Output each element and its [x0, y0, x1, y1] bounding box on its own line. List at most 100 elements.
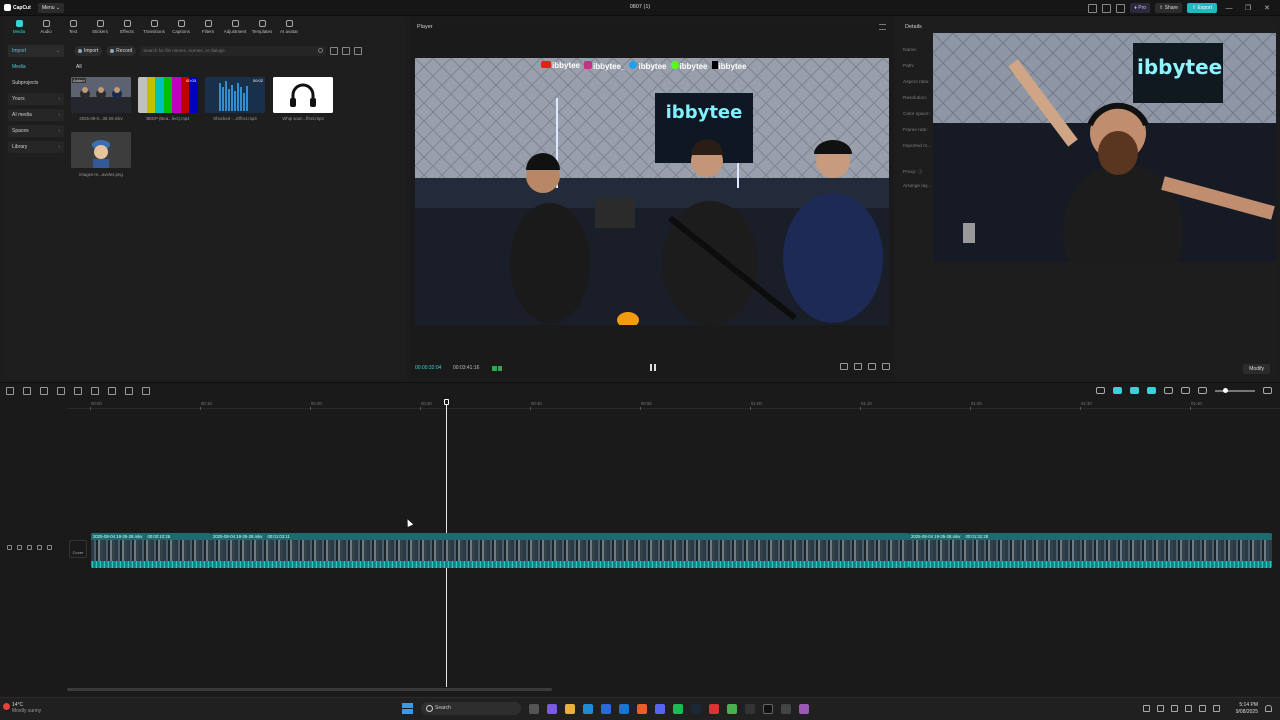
- notification-bell-icon[interactable]: [1265, 705, 1272, 712]
- track-more-icon[interactable]: [47, 545, 52, 550]
- tab-effects[interactable]: Effects: [115, 17, 139, 37]
- timeline-clip[interactable]: 2025-08-04 19-35-28.mkv 00:01:03:11: [211, 533, 909, 568]
- task-view-icon[interactable]: [529, 703, 539, 714]
- sidebar-item[interactable]: Spaces ›: [8, 125, 64, 137]
- cover-button[interactable]: Cover: [69, 540, 87, 558]
- sidebar-item[interactable]: Subprojects: [8, 77, 64, 89]
- track-visibility-icon[interactable]: [17, 545, 22, 550]
- view-toggle-icon[interactable]: [342, 47, 351, 55]
- zoom-slider[interactable]: [1215, 387, 1255, 393]
- tab-ai-avatar[interactable]: AI avatar: [277, 17, 301, 37]
- timeline-ruler[interactable]: 00:00 00:10 00:20 00:30 00:40 00:50 01:00 01:10…: [67, 399, 1280, 410]
- modify-button[interactable]: Modify: [1243, 364, 1270, 374]
- quality-icon[interactable]: [868, 363, 876, 370]
- copilot-icon[interactable]: [547, 703, 557, 714]
- taskbar-clock[interactable]: 5:14 PM 9/08/2025: [1236, 702, 1258, 716]
- media-thumb-whip[interactable]: [273, 77, 333, 113]
- app-icon[interactable]: [799, 703, 809, 714]
- store-icon[interactable]: [619, 703, 629, 714]
- tab-captions[interactable]: Captions: [169, 17, 193, 37]
- layout-icon[interactable]: [1088, 3, 1098, 13]
- epic-games-icon[interactable]: [781, 703, 791, 714]
- sort-icon[interactable]: [330, 47, 339, 55]
- weather-widget[interactable]: 14°C Mostly sunny: [3, 702, 41, 714]
- terminal-icon[interactable]: [745, 703, 755, 714]
- taskbar-search[interactable]: Search: [421, 702, 521, 715]
- tab-stickers[interactable]: Stickers: [88, 17, 112, 37]
- tray-overflow-icon[interactable]: [1143, 705, 1150, 712]
- auto-reframe-icon[interactable]: [142, 387, 150, 395]
- tray-mic-icon[interactable]: [1171, 705, 1178, 712]
- sidebar-item[interactable]: AI media ›: [8, 109, 64, 121]
- capcut-icon[interactable]: [763, 703, 773, 714]
- tab-media[interactable]: Media: [7, 17, 31, 37]
- track-eye-icon[interactable]: [27, 545, 32, 550]
- sidebar-item[interactable]: Media: [8, 61, 64, 73]
- timeline-scrollbar[interactable]: [67, 688, 552, 691]
- media-filter-all[interactable]: All: [76, 64, 82, 70]
- mic-icon[interactable]: [1096, 387, 1105, 394]
- sidebar-item[interactable]: Yours ›: [8, 93, 64, 105]
- aspect-ratio-icon[interactable]: [840, 363, 848, 370]
- network-icon[interactable]: [1185, 705, 1192, 712]
- preview-axis-icon[interactable]: [1164, 387, 1173, 394]
- delete-icon[interactable]: [108, 387, 116, 395]
- tab-adjustment[interactable]: Adjustment: [223, 17, 247, 37]
- pause-icon[interactable]: [650, 364, 656, 371]
- outlook-icon[interactable]: [601, 703, 611, 714]
- tab-templates[interactable]: Templates: [250, 17, 274, 37]
- maximize-button[interactable]: ❐: [1241, 4, 1255, 12]
- timeline-clip[interactable]: 2025-08-04 19-35-28.mkv 00:01:31:28: [909, 533, 1272, 568]
- share-button[interactable]: ⇪ Share: [1155, 3, 1182, 13]
- pro-button[interactable]: ♦ Pro: [1130, 3, 1151, 13]
- media-thumb-shocked[interactable]: 00:02: [205, 77, 265, 113]
- windows-start-icon[interactable]: [402, 703, 413, 714]
- tab-audio[interactable]: Audio: [34, 17, 58, 37]
- crop-icon[interactable]: [854, 363, 862, 370]
- split-icon[interactable]: [57, 387, 65, 395]
- battery-icon[interactable]: [1213, 705, 1220, 712]
- close-button[interactable]: ✕: [1260, 4, 1274, 12]
- sidebar-item[interactable]: Import ⌄: [8, 45, 64, 57]
- spotify-icon[interactable]: [673, 703, 683, 714]
- shortcuts-icon[interactable]: [1102, 3, 1112, 13]
- tab-filters[interactable]: Filters: [196, 17, 220, 37]
- sidebar-item[interactable]: Library ›: [8, 141, 64, 153]
- track-mute-icon[interactable]: [37, 545, 42, 550]
- timeline-clip[interactable]: 2025-08-04 19-35-28.mkv 00:00:10:26: [91, 533, 211, 568]
- fullscreen-icon[interactable]: [882, 363, 890, 370]
- game-launcher-icon[interactable]: [709, 703, 719, 714]
- chrome-icon[interactable]: [727, 703, 737, 714]
- media-thumb-video[interactable]: Added: [71, 77, 131, 113]
- linkage-icon[interactable]: [1147, 387, 1156, 394]
- tab-text[interactable]: Text: [61, 17, 85, 37]
- volume-icon[interactable]: [1199, 705, 1206, 712]
- settings-icon[interactable]: [1116, 3, 1126, 13]
- media-thumb-beep[interactable]: 00:03: [138, 77, 198, 113]
- zoom-out-icon[interactable]: [1198, 387, 1207, 394]
- undo-icon[interactable]: [23, 387, 31, 395]
- media-thumb-image[interactable]: [71, 132, 131, 168]
- brave-icon[interactable]: [637, 703, 647, 714]
- select-tool-icon[interactable]: [6, 387, 14, 395]
- record-button[interactable]: Record: [106, 46, 137, 56]
- video-preview[interactable]: ibbytee ibbytee_ ibbytee ibbytee ibbytee…: [415, 58, 889, 325]
- zoom-slider-handle[interactable]: [1223, 387, 1228, 393]
- tab-transitions[interactable]: Transitions: [142, 17, 166, 37]
- main-track-magnet-icon[interactable]: [1113, 387, 1122, 394]
- menu-button[interactable]: Menu ⌄: [38, 3, 65, 13]
- steam-icon[interactable]: [691, 703, 701, 714]
- export-button[interactable]: ⇧ Export: [1186, 3, 1217, 13]
- minimize-button[interactable]: —: [1222, 5, 1236, 12]
- player-menu-icon[interactable]: [879, 24, 886, 30]
- split-right-icon[interactable]: [91, 387, 99, 395]
- marker-icon[interactable]: [125, 387, 133, 395]
- auto-snapping-icon[interactable]: [1130, 387, 1139, 394]
- edge-icon[interactable]: [583, 703, 593, 714]
- discord-icon[interactable]: [655, 703, 665, 714]
- filter-icon[interactable]: [354, 47, 363, 55]
- split-left-icon[interactable]: [74, 387, 82, 395]
- file-explorer-icon[interactable]: [565, 703, 575, 714]
- redo-icon[interactable]: [40, 387, 48, 395]
- media-search-input[interactable]: Search for file names, scenes, or dialog…: [140, 46, 327, 56]
